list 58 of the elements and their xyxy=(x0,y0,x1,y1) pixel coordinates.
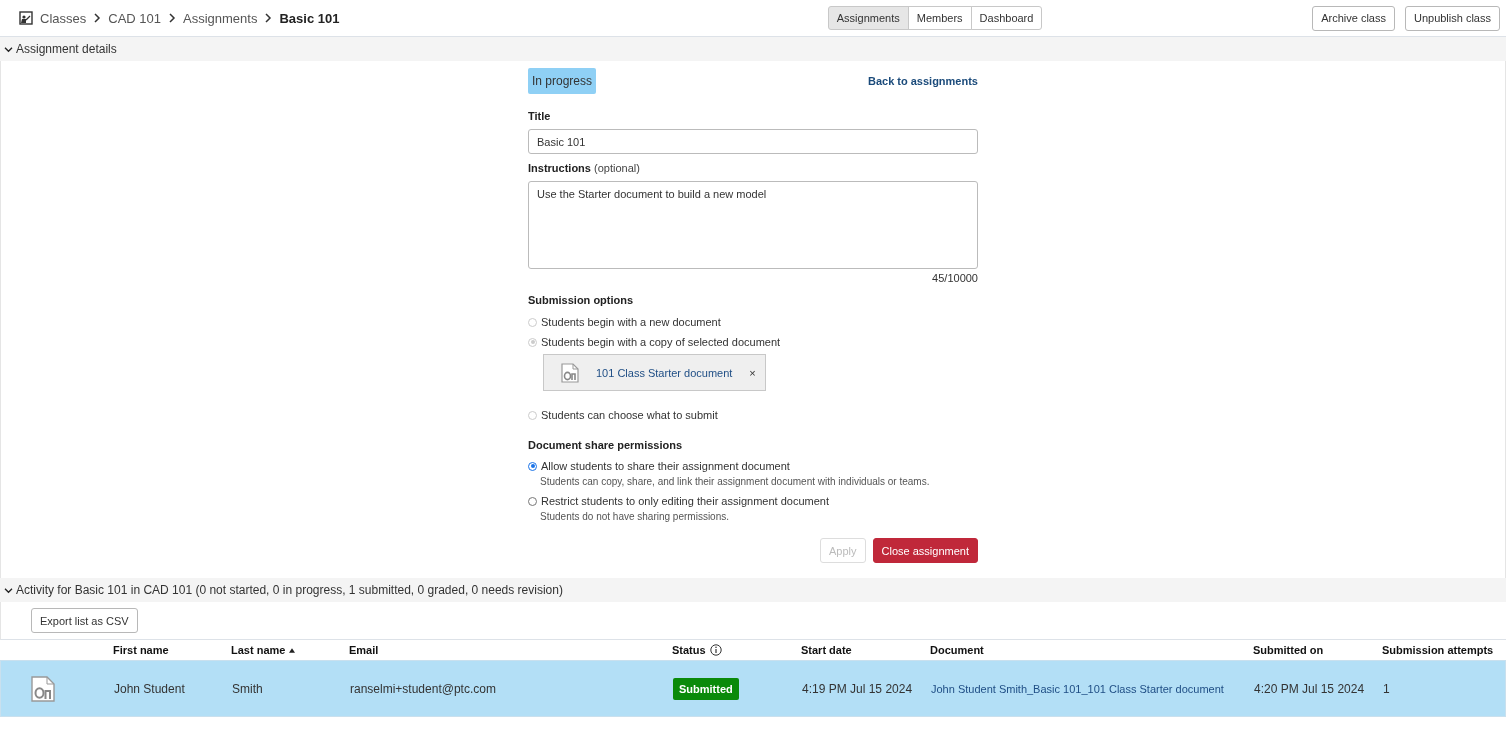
header-button[interactable]: Archive class xyxy=(1312,5,1395,31)
chevron-icon xyxy=(93,13,102,23)
class-icon xyxy=(19,11,33,25)
radio-button[interactable] xyxy=(528,496,537,506)
option-description: Students can copy, share, and link their assignment document with individuals or teams. xyxy=(539,476,931,487)
status-badge: Submitted xyxy=(673,677,739,700)
document-link[interactable]: John Student Smith_Basic 101_101 Class Starter document xyxy=(931,682,1224,695)
column-header[interactable]: Submitted on xyxy=(1253,644,1324,656)
section-header[interactable]: Assignment details xyxy=(0,37,1506,61)
breadcrumb-link[interactable]: CAD 101 xyxy=(108,10,161,26)
breadcrumb-link[interactable]: Classes xyxy=(40,10,87,26)
back-link[interactable]: Back to assignments xyxy=(867,75,978,87)
table-cell: Smith xyxy=(232,681,263,696)
title-field[interactable]: Basic 101 xyxy=(528,129,978,154)
field-label: Instructions (optional) xyxy=(528,162,641,174)
sort-ascending-icon xyxy=(289,647,296,653)
field-label: Title xyxy=(528,110,552,122)
column-header[interactable]: Submission attempts xyxy=(1382,644,1494,656)
radio-label: Restrict students to only editing their assignment document xyxy=(541,495,829,507)
option-description: Students do not have sharing permissions. xyxy=(539,511,730,522)
tab[interactable]: Members xyxy=(907,6,972,30)
section-label: Document share permissions xyxy=(528,439,684,451)
chevron-icon xyxy=(4,586,13,594)
document-icon xyxy=(31,675,55,702)
column-header[interactable]: First name xyxy=(113,644,169,656)
character-count: 45/10000 xyxy=(932,272,978,284)
table-row[interactable]: John Student Smith ranselmi+student@ptc.com Submitted 4:19 PM Jul 15 2024 John Student Smith_Basic 101_101 Class Starter document 4:20 PM Jul 15 2024 1 xyxy=(0,660,1506,717)
chevron-icon xyxy=(168,13,176,23)
radio-label: Allow students to share their assignment document xyxy=(541,460,790,472)
section-title: Activity for Basic 101 in CAD 101 (0 not started, 0 in progress, 1 submitted, 0 graded, 0 needs revision) xyxy=(16,583,563,597)
chevron-icon xyxy=(4,45,13,53)
export-button[interactable]: Export list as CSV xyxy=(31,608,138,633)
table-cell: 1 xyxy=(1383,681,1390,696)
column-header[interactable]: Last name xyxy=(231,644,286,656)
document-icon xyxy=(561,362,579,383)
instructions-field[interactable]: Use the Starter document to build a new model xyxy=(528,181,978,269)
section-header[interactable]: Activity for Basic 101 in CAD 101 (0 not started, 0 in progress, 1 submitted, 0 graded, 0 needs revision) xyxy=(0,578,1506,602)
status-badge: In progress xyxy=(528,68,597,94)
radio-label: Students can choose what to submit xyxy=(541,409,718,421)
chevron-icon xyxy=(264,13,273,23)
radio-label: Students begin with a new document xyxy=(541,316,721,328)
table-cell: 4:19 PM Jul 15 2024 xyxy=(802,681,913,696)
radio-label: Students begin with a copy of selected document xyxy=(541,336,781,348)
column-header[interactable]: Status xyxy=(672,644,706,656)
breadcrumb-link[interactable]: Assignments xyxy=(183,10,258,26)
radio-button[interactable] xyxy=(528,461,537,471)
table-cell: John Student xyxy=(114,681,185,696)
section-label: Submission options xyxy=(528,294,635,306)
column-header[interactable]: Document xyxy=(930,644,984,656)
table-cell: ranselmi+student@ptc.com xyxy=(350,681,496,696)
tab[interactable]: Assignments xyxy=(827,6,909,30)
column-header[interactable]: Email xyxy=(349,644,379,656)
header-button[interactable]: Unpublish class xyxy=(1404,5,1500,31)
column-header[interactable]: Start date xyxy=(801,644,852,656)
close-assignment-button[interactable]: Close assignment xyxy=(872,538,978,563)
tab[interactable]: Dashboard xyxy=(970,6,1043,30)
table-cell: 4:20 PM Jul 15 2024 xyxy=(1254,681,1365,696)
section-title: Assignment details xyxy=(16,42,117,56)
